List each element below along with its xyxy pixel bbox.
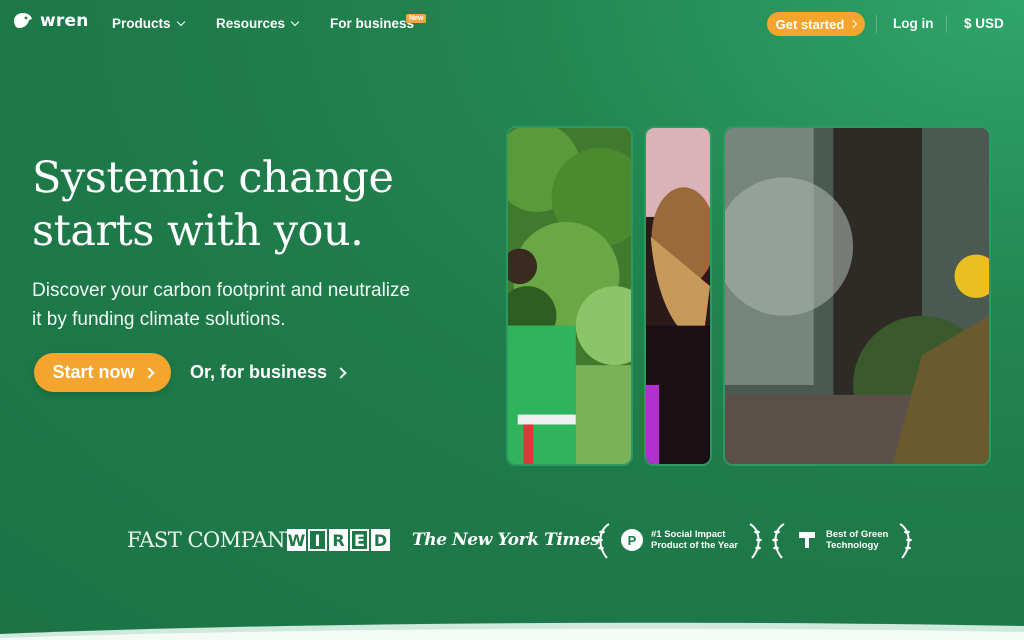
- fast-company-logo: FAST COMPANY: [127, 528, 299, 552]
- get-started-button[interactable]: Get started: [767, 12, 865, 36]
- for-business-label: Or, for business: [190, 362, 328, 382]
- nav-products[interactable]: Products: [112, 16, 185, 31]
- award-1-line-2: Product of the Year: [651, 540, 738, 551]
- nav-divider: [946, 15, 947, 33]
- photo-card-protester: [644, 126, 712, 466]
- photo-card-firefighter: [723, 126, 991, 466]
- hero-headline: Systemic change starts with you.: [32, 152, 502, 258]
- subtext-line-2: it by funding climate solutions.: [32, 309, 286, 330]
- currency-selector[interactable]: $ USD: [964, 16, 1004, 31]
- chevron-right-icon: [335, 366, 347, 379]
- award-2-line-2: Technology: [826, 540, 879, 551]
- new-badge: New: [406, 14, 427, 23]
- nav-for-business[interactable]: For business: [330, 16, 414, 31]
- protester-image: [646, 128, 710, 464]
- tree-planting-image: [508, 128, 631, 464]
- subtext-line-1: Discover your carbon footprint and neutr…: [32, 280, 411, 301]
- chevron-down-icon: [290, 17, 300, 26]
- award-social-impact: P #1 Social Impact Product of the Year: [595, 520, 764, 560]
- firefighter-image: [725, 128, 989, 464]
- product-hunt-icon: P: [621, 529, 643, 551]
- wired-letter: D: [371, 529, 390, 551]
- wired-letter: I: [308, 529, 327, 551]
- start-now-label: Start now: [52, 362, 135, 382]
- photo-card-tree-planting: [506, 126, 633, 466]
- wired-letter: W: [287, 529, 306, 551]
- trophy-icon: [799, 532, 815, 548]
- laurel-right-icon: [749, 523, 762, 559]
- award-2-line-1: Best of Green: [826, 529, 889, 540]
- wired-letter: E: [350, 529, 369, 551]
- chevron-right-icon: [142, 366, 155, 379]
- wired-letter: R: [329, 529, 348, 551]
- headline-line-2: starts with you.: [32, 206, 364, 256]
- headline-line-1: Systemic change: [32, 153, 394, 203]
- brand-logo[interactable]: wren: [12, 11, 89, 31]
- brand-name: wren: [40, 11, 89, 31]
- new-york-times-logo: The New York Times: [412, 530, 600, 550]
- award-2-text: Best of Green Technology: [826, 529, 888, 551]
- award-green-technology: Best of Green Technology: [770, 520, 914, 560]
- nav-for-business-label: For business: [330, 16, 415, 31]
- bottom-wave-divider: [0, 622, 1024, 640]
- for-business-link[interactable]: Or, for business: [190, 362, 347, 383]
- hero-page: wren Products Resources For business New…: [0, 0, 1024, 640]
- nav-resources[interactable]: Resources: [216, 16, 300, 31]
- wired-logo: W I R E D: [287, 520, 390, 560]
- laurel-right-icon: [899, 523, 913, 559]
- laurel-left-icon: [597, 523, 610, 559]
- start-now-button[interactable]: Start now: [34, 353, 171, 392]
- bird-icon: [14, 13, 32, 28]
- login-link[interactable]: Log in: [893, 16, 934, 31]
- nav-resources-label: Resources: [216, 16, 286, 31]
- hero-subtext: Discover your carbon footprint and neutr…: [32, 276, 452, 334]
- chevron-down-icon: [176, 17, 185, 26]
- top-nav: wren Products Resources For business New…: [0, 0, 1024, 48]
- nav-divider: [876, 15, 877, 33]
- get-started-label: Get started: [775, 16, 845, 32]
- nav-products-label: Products: [112, 16, 171, 31]
- laurel-left-icon: [772, 523, 785, 559]
- award-1-text: #1 Social Impact Product of the Year: [651, 529, 738, 551]
- award-1-line-1: #1 Social Impact: [651, 529, 726, 540]
- chevron-right-icon: [849, 19, 858, 29]
